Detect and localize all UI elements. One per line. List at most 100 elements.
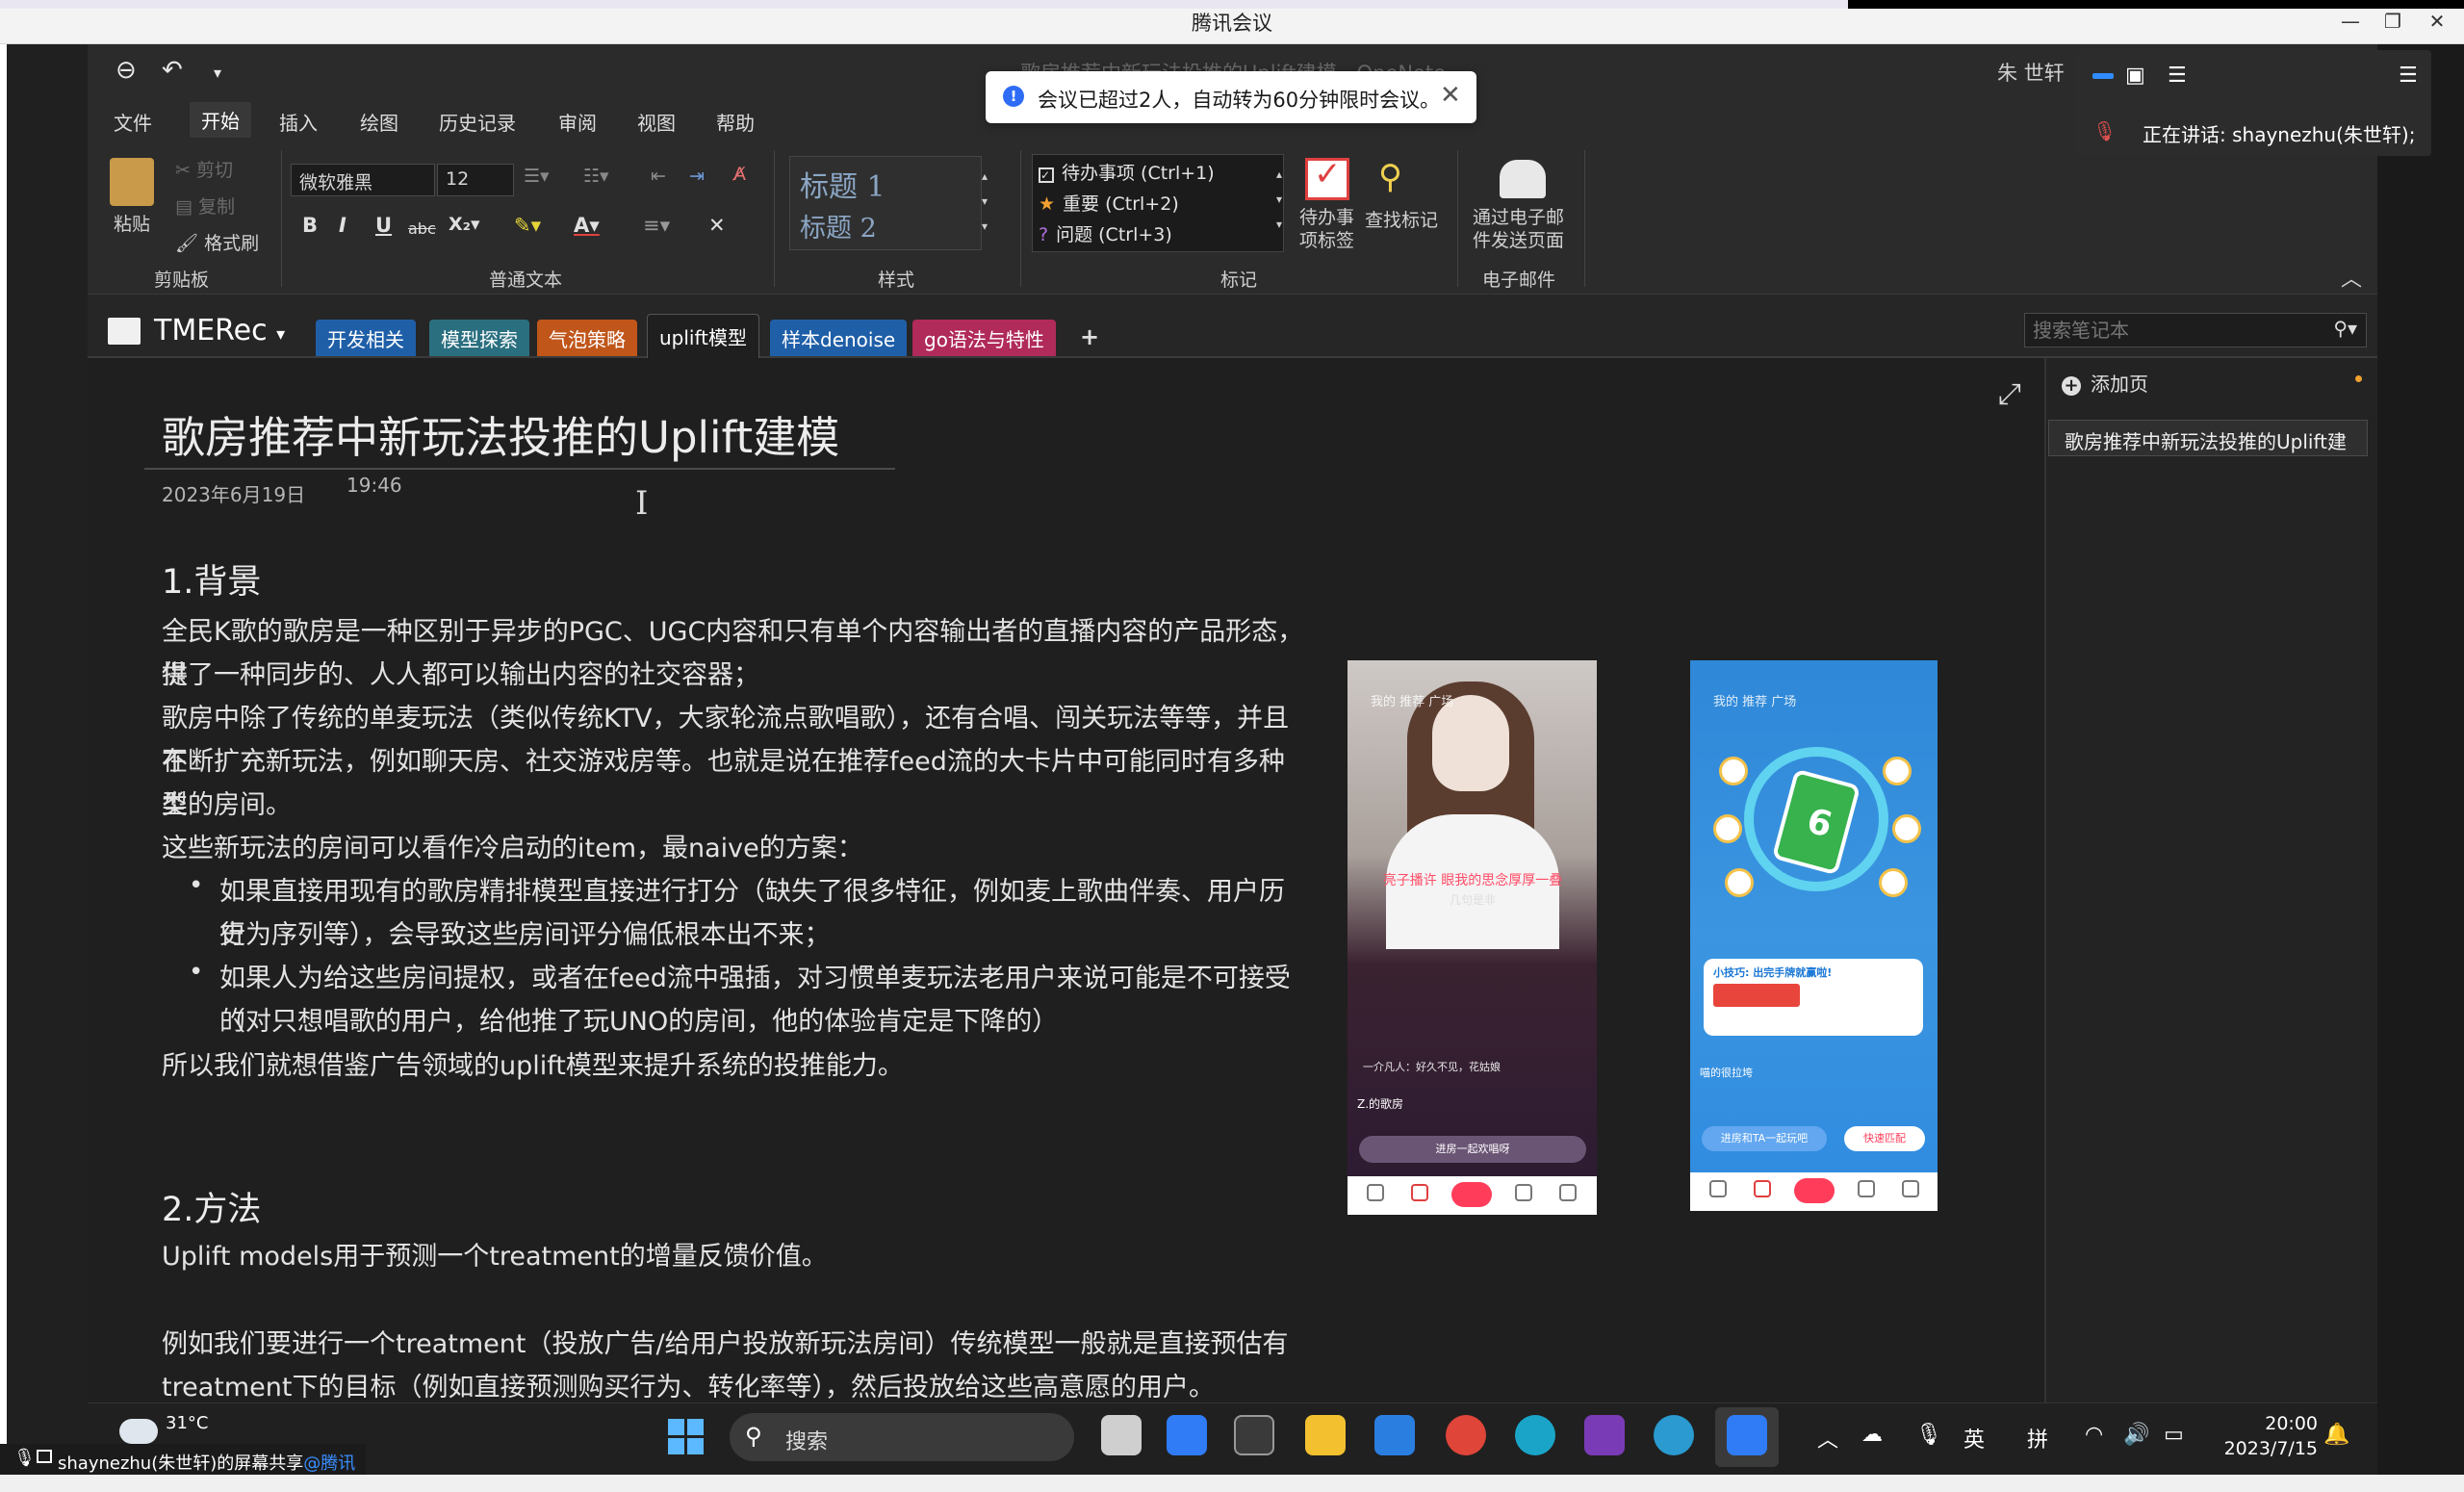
todo-app-icon[interactable] xyxy=(1167,1415,1207,1455)
copy-button[interactable]: ▤ 复制 xyxy=(175,193,235,219)
weather-temp[interactable]: 31°C xyxy=(166,1413,208,1433)
paste-icon[interactable] xyxy=(110,158,154,206)
clear-format-icon[interactable]: A̸ xyxy=(733,164,746,185)
menu-draw[interactable]: 绘图 xyxy=(360,108,398,136)
collapse-ribbon-icon[interactable]: ︿ xyxy=(2341,262,2362,293)
paragraph[interactable]: 例如我们要进行一个treatment（投放广告/给用户投放新玩法房间）传统模型一… xyxy=(162,1323,1307,1366)
font-color-icon[interactable]: A▾ xyxy=(574,214,600,237)
notebook-search[interactable]: ⚲▾ xyxy=(2024,313,2367,347)
tag-important[interactable]: ★ 重要 (Ctrl+2) xyxy=(1039,190,1179,216)
style-heading-1[interactable]: 标题 1 xyxy=(800,163,886,205)
search-app-icon[interactable] xyxy=(1654,1415,1694,1455)
notification-icon[interactable]: 🔔 xyxy=(2323,1423,2349,1447)
notebook-icon[interactable] xyxy=(108,318,141,345)
email-page-icon[interactable] xyxy=(1500,160,1546,198)
window-mode-icon[interactable]: ▣ xyxy=(2125,64,2145,88)
tray-expand-icon[interactable]: ︿ xyxy=(1817,1423,1838,1453)
edge-icon[interactable] xyxy=(1515,1415,1555,1455)
page-list-item[interactable]: 歌房推荐中新玩法投推的Uplift建 xyxy=(2048,420,2368,456)
notebook-name[interactable]: TMERec ▾ xyxy=(154,314,285,347)
menu-insert[interactable]: 插入 xyxy=(279,108,318,136)
search-icon[interactable]: ⚲▾ xyxy=(2333,317,2357,340)
format-painter-button[interactable]: 🖌 格式刷 xyxy=(175,229,259,255)
ime-language[interactable]: 英 xyxy=(1964,1423,1985,1453)
bullets-icon[interactable]: ☰▾ xyxy=(524,166,550,187)
file-explorer-icon[interactable] xyxy=(1305,1415,1346,1455)
tags-scroll-icon[interactable]: ▴ ▾ ▾ xyxy=(1276,162,1282,237)
tencent-meeting-icon[interactable] xyxy=(1727,1415,1767,1455)
more-menu-icon[interactable]: ☰ xyxy=(2399,64,2418,88)
section-tab-go[interactable]: go语法与特性 xyxy=(912,320,1056,356)
bullet-item[interactable]: 行为序列等），会导致这些房间评分偏低根本出不来； xyxy=(219,913,1307,957)
find-tags-button[interactable]: 查找标记 xyxy=(1365,206,1438,232)
menu-review[interactable]: 审阅 xyxy=(558,108,597,136)
user-name[interactable]: 朱 世轩 xyxy=(1997,58,2065,87)
mail-icon[interactable] xyxy=(1374,1415,1415,1455)
microphone-icon[interactable]: 🎙 xyxy=(1915,1423,1942,1447)
menu-file[interactable]: 文件 xyxy=(114,108,152,136)
section-tab-denoise[interactable]: 样本denoise xyxy=(770,320,908,356)
section-tab-uplift[interactable]: uplift模型 xyxy=(647,314,760,358)
menu-help[interactable]: 帮助 xyxy=(716,108,755,136)
restore-button[interactable]: ❐ xyxy=(2374,10,2412,35)
paragraph[interactable]: 型的房间。 xyxy=(162,784,1307,827)
paragraph[interactable]: 所以我们就想借鉴广告领域的uplift模型来提升系统的投推能力。 xyxy=(162,1044,1307,1088)
todo-tag-icon[interactable]: ✓ xyxy=(1305,155,1349,200)
font-size-select[interactable]: 12 xyxy=(437,164,514,196)
section-tab-model[interactable]: 模型探索 xyxy=(429,320,529,356)
page-title[interactable]: 歌房推荐中新玩法投推的Uplift建模 xyxy=(162,402,839,465)
highlight-icon[interactable]: ✎▾ xyxy=(514,214,541,237)
numbering-icon[interactable]: ☷▾ xyxy=(583,166,609,187)
align-icon[interactable]: ≡▾ xyxy=(643,214,670,237)
minimize-button[interactable]: — xyxy=(2331,10,2370,35)
terminal-icon[interactable] xyxy=(1234,1415,1274,1455)
menu-home[interactable]: 开始 xyxy=(190,102,251,138)
bold-button[interactable]: B xyxy=(302,214,318,237)
chrome-icon[interactable] xyxy=(1446,1415,1486,1455)
find-tags-icon[interactable]: ⚲ xyxy=(1378,158,1402,196)
taskbar-search[interactable]: ⚲ 搜索 xyxy=(730,1413,1074,1461)
tags-gallery[interactable]: ✓ 待办事项 (Ctrl+1) ★ 重要 (Ctrl+2) ? 问题 (Ctrl+3) xyxy=(1032,154,1284,252)
close-notification-button[interactable]: ✕ xyxy=(1440,81,1461,110)
heading-background[interactable]: 1.背景 xyxy=(162,554,261,604)
paragraph[interactable]: Uplift models用于预测一个treatment的增量反馈价值。 xyxy=(162,1235,1307,1278)
qat-dropdown-icon[interactable]: ▾ xyxy=(214,64,221,82)
ime-mode[interactable]: 拼 xyxy=(2027,1423,2048,1453)
wifi-icon[interactable]: ◠ xyxy=(2085,1423,2103,1447)
email-page-button[interactable]: 通过电子邮 件发送页面 xyxy=(1473,206,1564,252)
style-heading-2[interactable]: 标题 2 xyxy=(800,207,877,244)
todo-tag-button[interactable]: 待办事 项标签 xyxy=(1299,206,1354,252)
underline-button[interactable]: U xyxy=(375,214,392,237)
minimize-panel-icon[interactable] xyxy=(2092,73,2114,79)
phone-screenshot-singing-room[interactable]: 我的 推荐 广场 亮子播许 眼我的思念厚厚一叠 几句是非 一介凡人：好久不见，花… xyxy=(1348,660,1597,1215)
italic-button[interactable]: I xyxy=(339,214,346,237)
list-mode-icon[interactable]: ☰ xyxy=(2168,64,2187,88)
paragraph[interactable]: 这些新玩法的房间可以看作冷启动的item，最naive的方案： xyxy=(162,827,1307,870)
paragraph[interactable]: 供了一种同步的、人人都可以输出内容的社交容器； xyxy=(162,654,1307,697)
expand-icon[interactable]: ⤢ xyxy=(1998,377,2021,411)
bullet-item[interactable]: （对只想唱歌的用户，给他推了玩UNO的房间，他的体验肯定是下降的） xyxy=(219,1000,1307,1043)
phone-screenshot-uno-room[interactable]: 我的 推荐 广场 6 小技巧: 出完手牌就赢啦! 喵的很拉垮 进房和TA一起玩吧… xyxy=(1690,660,1938,1211)
font-name-select[interactable]: 微软雅黑 xyxy=(291,164,435,196)
tag-todo[interactable]: ✓ 待办事项 (Ctrl+1) xyxy=(1039,159,1215,185)
delete-icon[interactable]: ✕ xyxy=(708,214,726,237)
system-clock[interactable]: 20:00 2023/7/15 xyxy=(2212,1411,2318,1461)
onenote-icon[interactable] xyxy=(1584,1415,1625,1455)
onedrive-icon[interactable]: ☁ xyxy=(1861,1423,1883,1447)
battery-icon[interactable]: ▭ xyxy=(2164,1423,2184,1447)
add-page-button[interactable]: + 添加页 xyxy=(2062,369,2148,397)
cut-button[interactable]: ✂ 剪切 xyxy=(175,156,233,182)
close-button[interactable]: ✕ xyxy=(2418,10,2456,35)
windows-start-icon[interactable] xyxy=(668,1419,705,1455)
indent-icon[interactable]: ⇥ xyxy=(689,166,705,187)
menu-view[interactable]: 视图 xyxy=(637,108,676,136)
section-tab-dev[interactable]: 开发相关 xyxy=(316,320,416,356)
task-view-icon[interactable] xyxy=(1101,1415,1142,1455)
add-section-button[interactable]: + xyxy=(1080,323,1099,350)
heading-method[interactable]: 2.方法 xyxy=(162,1182,261,1231)
section-tab-bubble[interactable]: 气泡策略 xyxy=(537,320,637,356)
styles-scroll-icon[interactable]: ▴ ▾ ▾ xyxy=(982,164,988,239)
back-icon[interactable]: ⊖ xyxy=(116,56,137,85)
paste-button[interactable]: 粘贴 xyxy=(114,210,150,236)
weather-icon[interactable] xyxy=(119,1419,158,1444)
